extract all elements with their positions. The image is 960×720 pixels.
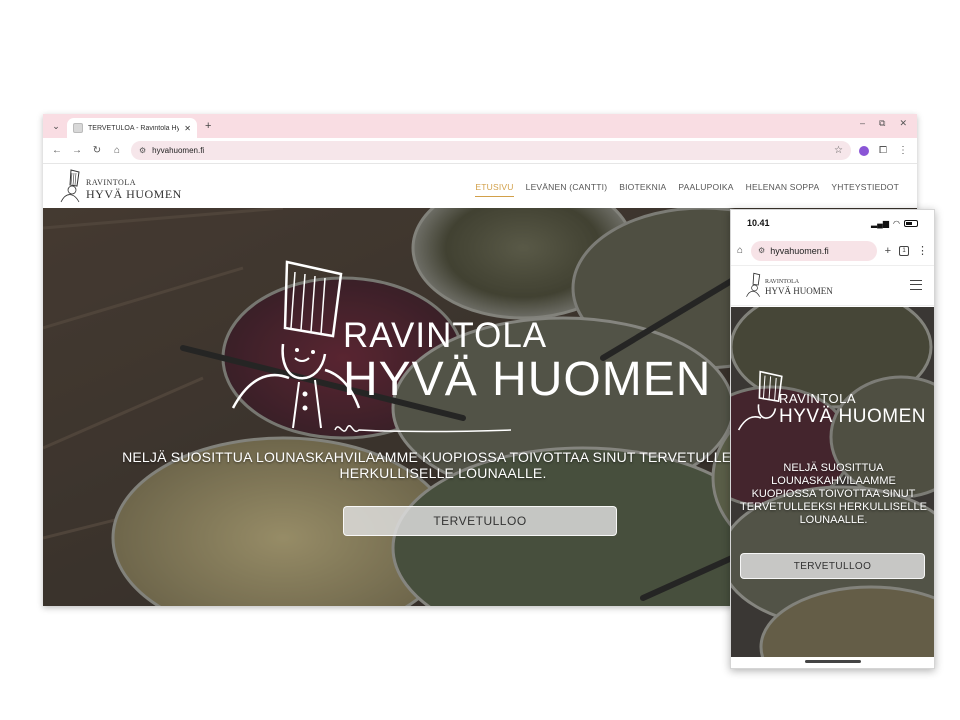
- site-logo[interactable]: RAVINTOLA HYVÄ HUOMEN: [59, 168, 182, 204]
- mobile-welcome-button[interactable]: TERVETULLOO: [740, 553, 925, 579]
- restore-icon[interactable]: ⧉: [879, 118, 885, 129]
- bookmark-star-icon[interactable]: ☆: [834, 145, 843, 156]
- mobile-address-bar[interactable]: ⚙ hyvahuomen.fi: [751, 240, 877, 261]
- reload-icon[interactable]: ↻: [91, 145, 103, 156]
- mobile-site-header: RAVINTOLA HYVÄ HUOMEN: [731, 266, 934, 306]
- nav-item-yhteystiedot[interactable]: YHTEYSTIEDOT: [831, 182, 899, 197]
- status-time: 10.41: [747, 218, 770, 228]
- mobile-hero-title-line-1: RAVINTOLA: [779, 391, 856, 406]
- tab-strip: ⌄ TERVETULOA - Ravintola Hyvä Huomen ✕ +…: [43, 114, 917, 138]
- extension-icon[interactable]: [859, 145, 869, 156]
- nav-item-paalupoika[interactable]: PAALUPOIKA: [678, 182, 733, 197]
- signal-icon: ▂▄▆: [871, 218, 890, 228]
- nav-item-levanen[interactable]: LEVÄNEN (CANTTI): [526, 182, 608, 197]
- status-icons: ▂▄▆ ◠: [871, 219, 918, 228]
- battery-icon: [904, 219, 918, 227]
- chef-logo-icon: [60, 169, 80, 203]
- mobile-chef-logo-icon: [746, 272, 761, 297]
- mobile-hero-title-line-2: HYVÄ HUOMEN: [779, 406, 926, 427]
- hamburger-menu-icon[interactable]: [910, 280, 922, 290]
- wifi-icon: ◠: [893, 218, 900, 228]
- mobile-new-tab-icon[interactable]: +: [885, 245, 891, 257]
- site-favicon-icon: [73, 123, 83, 133]
- mobile-site-settings-icon[interactable]: ⚙: [758, 246, 765, 255]
- mobile-hero-banner: RAVINTOLA HYVÄ HUOMEN NELJÄ SUOSITTUA LO…: [731, 307, 934, 657]
- browser-tab[interactable]: TERVETULOA - Ravintola Hyvä Huomen ✕: [67, 118, 197, 138]
- address-bar[interactable]: ⚙ hyvahuomen.fi ☆: [131, 141, 851, 160]
- mobile-hero-tagline: NELJÄ SUOSITTUA LOUNASKAHVILAAMME KUOPIO…: [740, 462, 927, 526]
- mobile-site-logo[interactable]: RAVINTOLA HYVÄ HUOMEN: [745, 271, 835, 301]
- mobile-menu-icon[interactable]: ⋮: [917, 244, 928, 257]
- mobile-browser-window: 10.41 ▂▄▆ ◠ ⌂ ⚙ hyvahuomen.fi + 1 ⋮ RAVI…: [730, 209, 935, 669]
- welcome-button[interactable]: TERVETULLOO: [343, 506, 617, 536]
- mobile-address-url[interactable]: hyvahuomen.fi: [770, 246, 829, 256]
- screenshot-canvas: ⌄ TERVETULOA - Ravintola Hyvä Huomen ✕ +…: [0, 0, 960, 720]
- tab-search-chevron-icon[interactable]: ⌄: [49, 119, 63, 133]
- browser-toolbar: ← → ↻ ⌂ ⚙ hyvahuomen.fi ☆ ⧠ ⋮: [43, 138, 917, 164]
- browser-menu-icon[interactable]: ⋮: [897, 145, 909, 156]
- main-nav: ETUSIVU LEVÄNEN (CANTTI) BIOTEKNIA PAALU…: [475, 182, 899, 197]
- tab-close-icon[interactable]: ✕: [184, 124, 191, 133]
- window-controls: – ⧉ ✕: [860, 118, 907, 129]
- logo-line-1: RAVINTOLA: [86, 178, 136, 187]
- address-url[interactable]: hyvahuomen.fi: [152, 146, 828, 155]
- mobile-logo-line-1: RAVINTOLA: [765, 279, 800, 285]
- hero-tagline: NELJÄ SUOSITTUA LOUNASKAHVILAAMME KUOPIO…: [122, 449, 764, 481]
- forward-arrow-icon[interactable]: →: [71, 145, 83, 156]
- back-arrow-icon[interactable]: ←: [51, 145, 63, 156]
- minimize-icon[interactable]: –: [860, 118, 865, 129]
- tab-title: TERVETULOA - Ravintola Hyvä Huomen: [88, 124, 180, 132]
- signature-flourish-icon: [334, 425, 512, 433]
- nav-item-etusivu[interactable]: ETUSIVU: [475, 182, 514, 197]
- phone-status-bar: 10.41 ▂▄▆ ◠: [731, 210, 934, 236]
- new-tab-button[interactable]: +: [205, 120, 211, 132]
- nav-item-bioteknia[interactable]: BIOTEKNIA: [619, 182, 666, 197]
- hero-title-line-2: HYVÄ HUOMEN: [343, 353, 712, 406]
- site-settings-icon[interactable]: ⚙: [139, 146, 146, 155]
- window-close-icon[interactable]: ✕: [899, 118, 907, 129]
- logo-line-2: HYVÄ HUOMEN: [86, 187, 182, 201]
- site-header: RAVINTOLA HYVÄ HUOMEN ETUSIVU LEVÄNEN (C…: [43, 164, 917, 208]
- extensions-puzzle-icon[interactable]: ⧠: [877, 145, 889, 156]
- nav-item-helenan-soppa[interactable]: HELENAN SOPPA: [746, 182, 820, 197]
- mobile-browser-toolbar: ⌂ ⚙ hyvahuomen.fi + 1 ⋮: [731, 236, 934, 266]
- mobile-tab-switcher-icon[interactable]: 1: [899, 245, 909, 256]
- home-icon[interactable]: ⌂: [111, 145, 123, 156]
- gesture-home-bar[interactable]: [805, 660, 861, 663]
- mobile-home-icon[interactable]: ⌂: [737, 245, 743, 256]
- mobile-logo-line-2: HYVÄ HUOMEN: [765, 286, 833, 296]
- hero-title-line-1: RAVINTOLA: [343, 316, 548, 355]
